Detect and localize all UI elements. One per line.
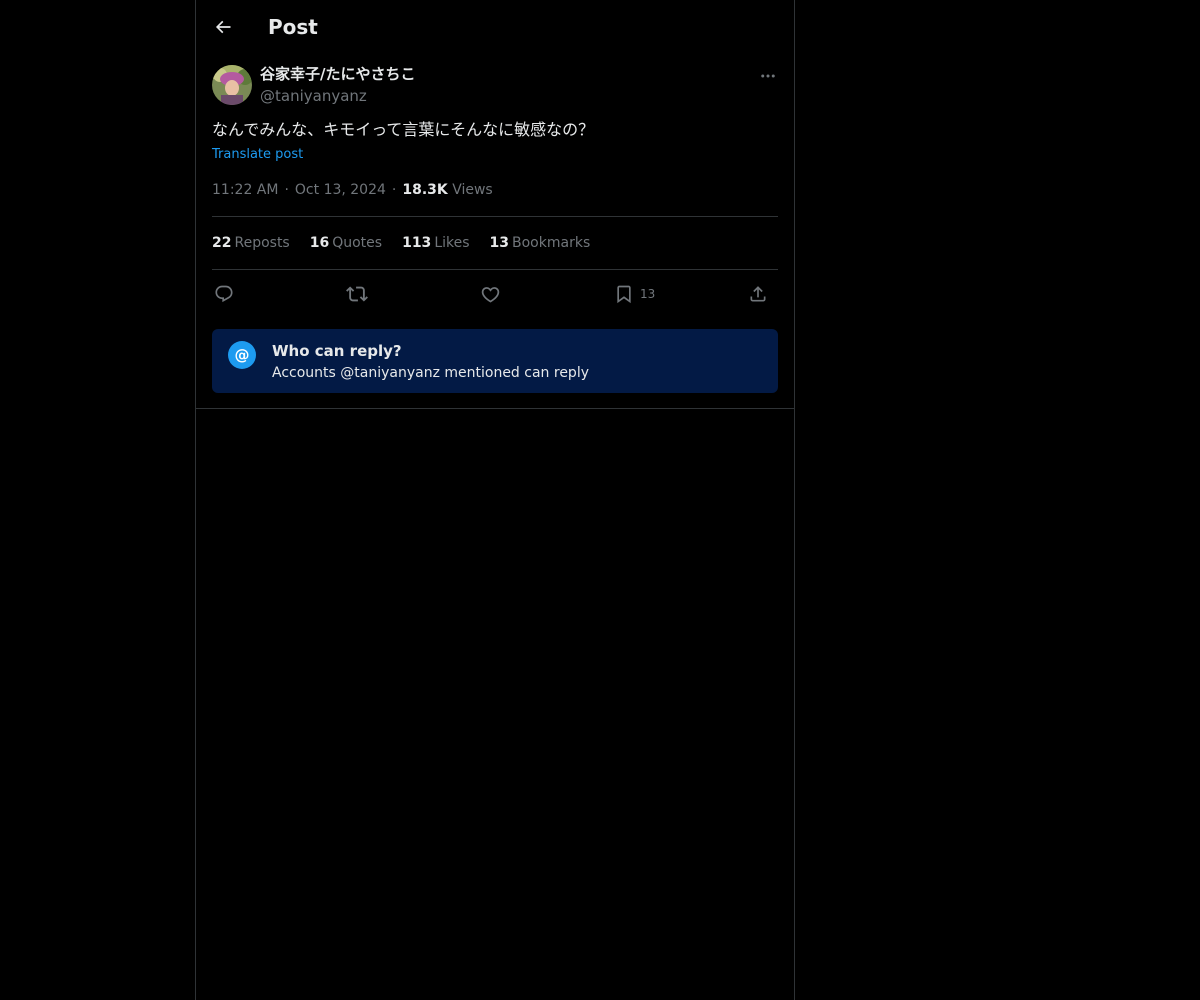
bookmark-icon: [617, 285, 631, 304]
post-text: なんでみんな、キモイって言葉にそんなに敏感なの？: [212, 120, 595, 139]
post-column: Post 谷家幸子/たにやさちこ @taniyanyanz なんでみんな、キモイ…: [195, 0, 795, 1000]
reply-button[interactable]: [214, 280, 234, 308]
who-can-reply-title: Who can reply?: [272, 342, 402, 360]
post-header: Post: [196, 0, 794, 54]
at-sign-icon: @: [228, 341, 256, 369]
more-horizontal-icon: [761, 74, 775, 78]
views-label: Views: [452, 182, 493, 198]
translate-post-link[interactable]: Translate post: [212, 146, 303, 164]
share-button[interactable]: [748, 280, 768, 308]
repost-icon: [346, 286, 368, 302]
divider: [212, 216, 778, 217]
author-handle[interactable]: @taniyanyanz: [260, 86, 367, 106]
post-stats: 22 Reposts 16 Quotes 113 Likes 13 Bookmarks: [212, 233, 590, 253]
who-can-reply-subtitle: Accounts @taniyanyanz mentioned can repl…: [272, 365, 589, 381]
bookmarks-count: 13: [489, 235, 510, 251]
bookmark-count: 13: [640, 287, 656, 301]
views-count: 18.3K: [402, 182, 448, 198]
page-title: Post: [268, 15, 318, 39]
reply-icon: [215, 285, 233, 303]
share-icon: [750, 286, 766, 302]
who-can-reply-box: @ Who can reply? Accounts @taniyanyanz m…: [212, 329, 778, 393]
likes-label: Likes: [434, 235, 470, 251]
post-actions: 13: [212, 280, 778, 308]
avatar[interactable]: [212, 65, 252, 105]
more-options-button[interactable]: [756, 64, 780, 88]
like-button[interactable]: [480, 280, 501, 308]
post-date[interactable]: Oct 13, 2024: [295, 182, 386, 198]
reposts-label: Reposts: [234, 235, 290, 251]
bookmarks-stat[interactable]: 13 Bookmarks: [490, 233, 591, 253]
avatar-image: [212, 65, 252, 105]
quotes-label: Quotes: [332, 235, 383, 251]
likes-stat[interactable]: 113 Likes: [402, 233, 469, 253]
bookmarks-label: Bookmarks: [512, 235, 591, 251]
divider: [196, 408, 794, 409]
reposts-stat[interactable]: 22 Reposts: [212, 233, 290, 253]
likes-count: 113: [402, 235, 432, 251]
bookmark-button[interactable]: 13: [614, 280, 655, 308]
back-button[interactable]: [206, 10, 240, 44]
post-time[interactable]: 11:22 AM: [212, 182, 278, 198]
separator-dot: ·: [391, 182, 397, 198]
reposts-count: 22: [212, 235, 232, 251]
quotes-stat[interactable]: 16 Quotes: [310, 233, 382, 253]
author-display-name[interactable]: 谷家幸子/たにやさちこ: [260, 64, 415, 84]
repost-button[interactable]: [346, 280, 368, 308]
post-metadata: 11:22 AM · Oct 13, 2024 · 18.3K Views: [212, 180, 493, 200]
divider: [212, 269, 778, 270]
arrow-left-icon: [215, 20, 231, 34]
like-icon: [481, 286, 500, 303]
quotes-count: 16: [309, 235, 330, 251]
separator-dot: ·: [284, 182, 289, 198]
